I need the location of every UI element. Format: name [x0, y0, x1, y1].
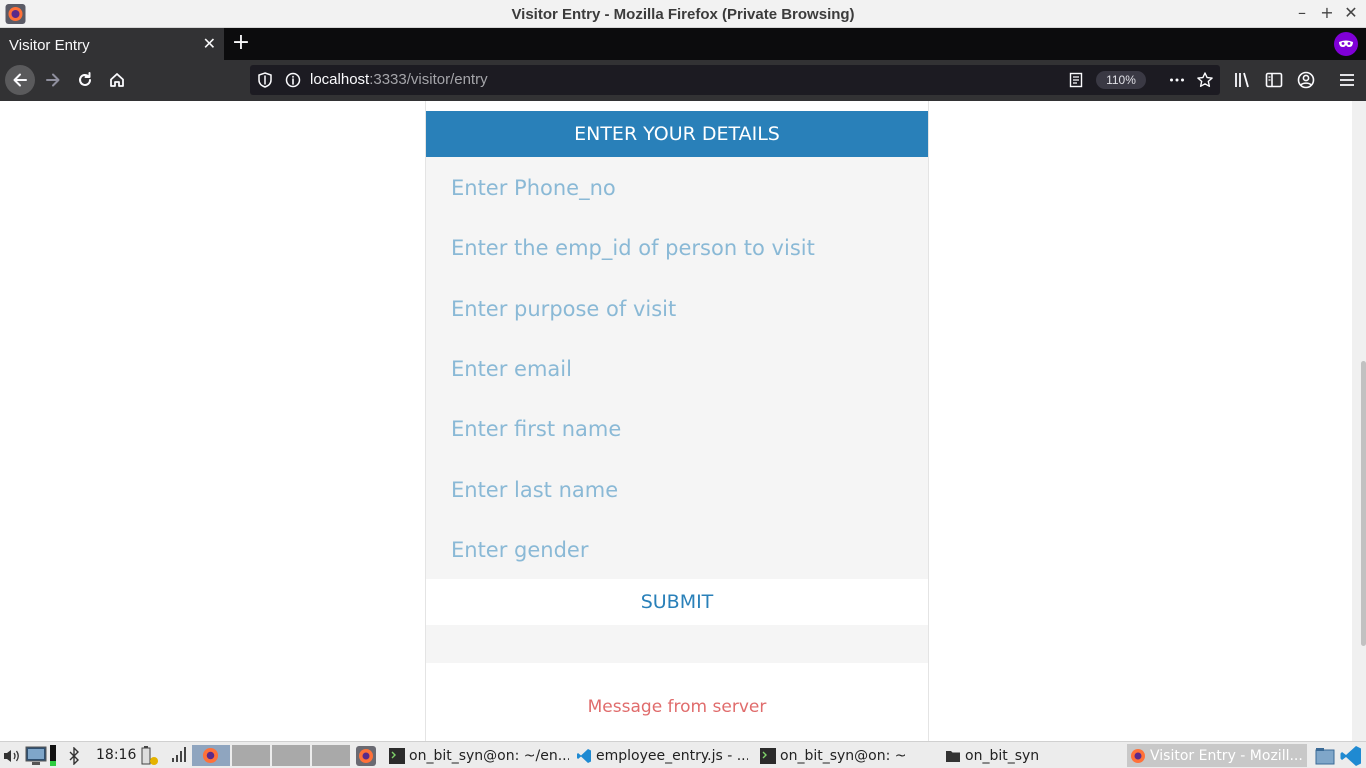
- display-monitor-icon[interactable]: [25, 745, 49, 766]
- cpu-meter-icon: [50, 745, 56, 766]
- taskbar-item-file-manager[interactable]: on_bit_syn: [945, 744, 1120, 767]
- system-taskbar: 18:16 on_bit_syn@on: ~/en... employee_en…: [0, 741, 1366, 768]
- account-icon[interactable]: [1296, 70, 1316, 90]
- emp-id-input[interactable]: [451, 228, 911, 268]
- vscode-icon: [577, 748, 591, 763]
- tab-close-icon[interactable]: ✕: [203, 34, 216, 53]
- volume-icon[interactable]: [2, 747, 22, 765]
- form-fields: [426, 157, 928, 579]
- minimize-button[interactable]: –: [1291, 2, 1313, 24]
- navigation-toolbar: localhost:3333/visitor/entry 110%: [0, 60, 1366, 101]
- clock[interactable]: 18:16: [96, 747, 136, 763]
- back-arrow-icon: [13, 73, 27, 87]
- taskbar-item-label: on_bit_syn@on: ~/en...: [409, 747, 569, 764]
- reader-view-icon[interactable]: [1067, 71, 1085, 89]
- home-icon: [110, 73, 124, 87]
- taskbar-item-label: employee_entry.js - ...: [596, 747, 748, 764]
- taskbar-item-label: on_bit_syn: [965, 747, 1040, 764]
- visitor-entry-form-card: ENTER YOUR DETAILS SUBMIT Message from s…: [425, 101, 929, 741]
- workspace-4[interactable]: [312, 745, 350, 766]
- url-bar[interactable]: localhost:3333/visitor/entry 110%: [250, 65, 1220, 95]
- network-signal-icon[interactable]: [170, 746, 188, 764]
- workspace-3[interactable]: [272, 745, 310, 766]
- bluetooth-icon[interactable]: [68, 747, 80, 765]
- last-name-input[interactable]: [451, 470, 911, 510]
- home-button[interactable]: [102, 65, 132, 95]
- tab-bar: Visitor Entry ✕ +: [0, 28, 1366, 60]
- taskbar-item-firefox[interactable]: Visitor Entry - Mozill...: [1127, 744, 1307, 767]
- taskbar-item-vscode[interactable]: employee_entry.js - ...: [576, 744, 748, 767]
- first-name-input[interactable]: [451, 409, 911, 449]
- forward-button[interactable]: [38, 65, 68, 95]
- forward-arrow-icon: [46, 73, 60, 87]
- page-scrollbar[interactable]: [1352, 101, 1366, 741]
- form-divider-strip: [426, 625, 928, 663]
- zoom-level-badge[interactable]: 110%: [1096, 71, 1146, 89]
- vscode-tray-icon[interactable]: [1340, 745, 1362, 767]
- maximize-button[interactable]: +: [1316, 2, 1338, 24]
- firefox-launcher-icon[interactable]: [356, 746, 376, 766]
- file-manager-tray-icon[interactable]: [1314, 745, 1336, 767]
- form-header: ENTER YOUR DETAILS: [426, 111, 928, 157]
- taskbar-item-label: on_bit_syn@on: ~: [780, 747, 907, 764]
- window-title: Visitor Entry - Mozilla Firefox (Private…: [511, 6, 855, 23]
- submit-button[interactable]: SUBMIT: [426, 579, 928, 625]
- terminal-icon: [760, 747, 776, 764]
- firefox-icon: [1131, 748, 1145, 763]
- library-icon[interactable]: [1232, 70, 1252, 90]
- taskbar-item-terminal-1[interactable]: on_bit_syn@on: ~/en...: [389, 744, 569, 767]
- firefox-icon: [202, 747, 219, 764]
- page-content: ENTER YOUR DETAILS SUBMIT Message from s…: [0, 101, 1352, 741]
- purpose-input[interactable]: [451, 289, 911, 329]
- back-button[interactable]: [5, 65, 35, 95]
- email-input[interactable]: [451, 349, 911, 389]
- battery-icon[interactable]: [139, 745, 161, 767]
- scrollbar-thumb[interactable]: [1361, 361, 1366, 646]
- gender-input[interactable]: [451, 530, 911, 570]
- private-browsing-icon: [1334, 32, 1358, 56]
- taskbar-item-terminal-2[interactable]: on_bit_syn@on: ~: [760, 744, 935, 767]
- site-info-icon[interactable]: [284, 71, 302, 89]
- url-text[interactable]: localhost:3333/visitor/entry: [310, 71, 488, 88]
- phone-number-input[interactable]: [451, 168, 911, 208]
- url-path: :3333/visitor/entry: [369, 71, 488, 88]
- taskbar-item-label: Visitor Entry - Mozill...: [1150, 747, 1303, 764]
- workspace-1[interactable]: [192, 745, 230, 766]
- reload-icon: [79, 72, 91, 86]
- window-titlebar: Visitor Entry - Mozilla Firefox (Private…: [0, 0, 1366, 28]
- url-host: localhost: [310, 71, 370, 88]
- hamburger-menu-icon[interactable]: [1337, 70, 1357, 90]
- workspace-2[interactable]: [232, 745, 270, 766]
- reload-button[interactable]: [70, 65, 100, 95]
- tracking-protection-shield-icon[interactable]: [256, 71, 274, 89]
- tab-visitor-entry[interactable]: Visitor Entry ✕: [0, 28, 224, 60]
- page-actions-menu-icon[interactable]: [1168, 71, 1186, 89]
- bookmark-star-icon[interactable]: [1196, 71, 1214, 89]
- new-tab-button[interactable]: +: [230, 30, 252, 55]
- close-window-button[interactable]: ✕: [1340, 2, 1362, 24]
- folder-icon: [946, 750, 960, 762]
- tab-title: Visitor Entry: [9, 37, 90, 54]
- terminal-icon: [389, 747, 405, 764]
- sidebar-toggle-icon[interactable]: [1264, 70, 1284, 90]
- server-message: Message from server: [587, 697, 767, 717]
